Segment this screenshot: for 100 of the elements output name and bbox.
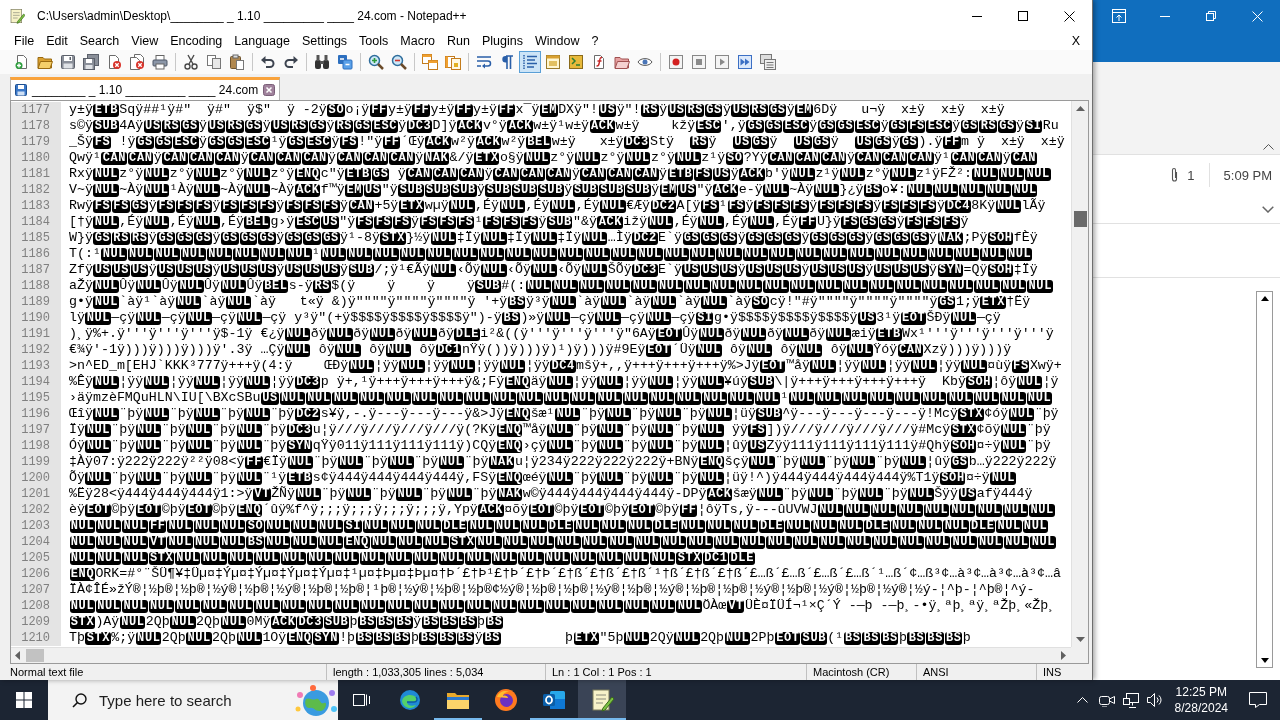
control-character: NUL — [847, 343, 873, 357]
paperclip-icon — [1170, 167, 1180, 183]
chevron-up-icon[interactable] — [1263, 144, 1274, 150]
menu-item[interactable]: Plugins — [475, 34, 529, 48]
control-character: NUL — [647, 215, 674, 229]
horizontal-scrollbar[interactable] — [11, 647, 1071, 663]
clock-time[interactable]: 12:25 PM — [1175, 684, 1227, 700]
clock-date[interactable]: 8/28/2024 — [1174, 700, 1228, 716]
control-character: US — [719, 263, 738, 277]
menu-item[interactable]: Language — [228, 34, 296, 48]
line-number: 1200 — [11, 470, 61, 486]
code-text: y±ÿ — [430, 102, 455, 118]
control-character: NUL — [696, 343, 722, 357]
taskbar-button[interactable] — [578, 680, 626, 720]
control-character: NUL — [254, 551, 280, 565]
control-character: GS — [321, 231, 340, 245]
menu-item[interactable]: Edit — [40, 34, 74, 48]
control-character: NUL — [959, 183, 985, 197]
control-character: ENQ — [698, 455, 725, 469]
toolbar-button[interactable] — [518, 51, 541, 73]
control-character: NUL — [335, 343, 361, 357]
code-text: s¥ÿ,-.ÿ---ÿ---ÿ---ÿ&>Jÿ — [320, 406, 505, 422]
menu-item[interactable]: Settings — [295, 34, 354, 48]
control-character: NUL — [95, 519, 122, 533]
chevron-down-icon[interactable] — [1262, 205, 1274, 213]
code-text: `àÿ t«ÿ &)ÿ""""ÿ""""ÿ""""ÿ '+ÿ — [251, 294, 508, 310]
control-character: NUL — [974, 279, 1000, 293]
scroll-right-icon[interactable] — [1061, 651, 1066, 660]
menu-item[interactable]: ? — [585, 34, 605, 48]
control-character: FS — [321, 199, 340, 213]
control-character: FS — [841, 215, 859, 229]
code-text: ¨¹ÿ — [262, 470, 287, 486]
control-character: NUL — [220, 519, 246, 533]
code-text: %;ÿ — [111, 630, 136, 646]
scrollbar-thumb[interactable] — [1073, 211, 1087, 227]
menu-item[interactable]: Window — [528, 34, 586, 48]
control-character: FS — [340, 135, 358, 149]
control-character: US — [143, 119, 162, 133]
minimize-icon — [972, 15, 982, 17]
control-character: NUL — [127, 247, 154, 261]
close-document-button[interactable]: X — [1065, 34, 1086, 48]
menu-item[interactable]: File — [8, 34, 41, 48]
control-character: STX — [380, 231, 406, 245]
control-character: NUL — [505, 247, 531, 261]
control-character: DLE — [729, 551, 755, 565]
close-icon[interactable] — [263, 84, 276, 96]
notification-icon — [1249, 692, 1267, 708]
control-character: NUL — [254, 599, 280, 613]
control-character: NUL — [167, 535, 193, 549]
search-bar[interactable]: Type here to search — [48, 680, 338, 720]
search-field[interactable]: Type here to search — [99, 691, 292, 709]
control-character: ACK — [475, 135, 501, 149]
control-character: GS — [764, 119, 783, 133]
code-text: ¨þÿ — [673, 438, 698, 454]
control-character: GS — [911, 231, 929, 245]
code-text: z°ÿ — [600, 150, 625, 166]
control-character: US — [284, 263, 303, 277]
control-character: NUL — [623, 599, 650, 613]
code-text: ?Yÿ — [743, 150, 768, 166]
scrollbar-thumb[interactable] — [26, 649, 44, 662]
scroll-left-icon[interactable] — [15, 651, 20, 660]
scroll-up-icon[interactable] — [1260, 296, 1269, 301]
code-text: w±ÿ x±ÿ — [551, 134, 624, 150]
menu-item[interactable]: View — [125, 34, 165, 48]
file-tab[interactable]: ________ _ 1.10 _________ ____ 24.com — [10, 77, 281, 100]
control-character: RS — [750, 103, 768, 117]
control-character: NUL — [783, 327, 809, 341]
control-character: NUL — [647, 375, 674, 389]
code-text: >n^ED_m[EHJ`KKK³777ÿ+++ÿ(4:ÿ ŒÐÿ — [69, 358, 349, 374]
control-character: CAN — [881, 151, 908, 165]
control-character: RS — [335, 119, 353, 133]
scroll-down-icon[interactable] — [1260, 658, 1269, 663]
code-text: ¨þÿ — [321, 486, 346, 502]
code-text: ôÿ — [729, 342, 747, 358]
control-character: NUL — [581, 263, 608, 277]
control-character: NUL — [465, 551, 491, 565]
code-text: _Šÿ — [69, 134, 93, 150]
control-character: EOT — [656, 327, 682, 341]
control-character: NUL — [649, 391, 675, 405]
menu-item[interactable]: Encoding — [164, 34, 229, 48]
code-text: `àÿ — [727, 294, 752, 310]
control-character: NUL — [868, 279, 895, 293]
control-character: RS — [112, 231, 130, 245]
control-character: FS — [694, 167, 712, 181]
control-character: NUL — [122, 519, 148, 533]
menu-item[interactable]: Macro — [394, 34, 442, 48]
control-character: ENQ — [344, 535, 370, 549]
control-character: SO — [327, 103, 345, 117]
menu-item[interactable]: Run — [441, 34, 476, 48]
control-character: GS — [768, 103, 787, 117]
code-text: ðÿ — [310, 326, 327, 342]
code-text: DXÿ"! — [558, 102, 599, 118]
control-character: GS — [181, 119, 199, 133]
control-character: NUL — [995, 199, 1022, 213]
menu-item[interactable]: Search — [73, 34, 126, 48]
control-character: ETX — [474, 151, 500, 165]
vertical-scrollbar[interactable] — [1256, 291, 1273, 668]
control-character: NUL — [1022, 519, 1048, 533]
menu-item[interactable]: Tools — [353, 34, 395, 48]
control-character: NUL — [710, 279, 736, 293]
